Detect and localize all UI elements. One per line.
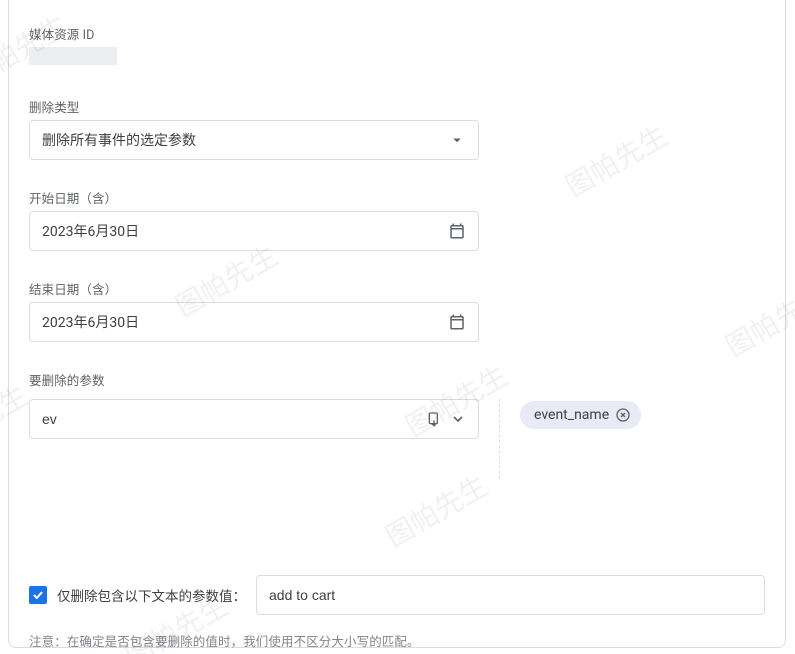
delete-type-row: 删除类型 删除所有事件的选定参数	[29, 97, 765, 160]
selected-params-chips: event_name	[520, 399, 765, 429]
only-delete-label: 仅删除包含以下文本的参数值：	[57, 585, 246, 605]
media-id-row: 媒体资源 ID	[29, 24, 765, 69]
case-insensitive-note: 注意：在确定是否包含要删除的值时，我们使用不区分大小写的匹配。	[29, 631, 765, 650]
start-date-value: 2023年6月30日	[42, 221, 448, 241]
param-search-input-wrap[interactable]	[29, 399, 479, 439]
vertical-divider	[499, 399, 500, 479]
calendar-icon	[448, 313, 466, 331]
only-delete-checkbox[interactable]	[29, 586, 47, 604]
lookup-icon[interactable]	[426, 411, 442, 427]
delete-type-value: 删除所有事件的选定参数	[42, 130, 448, 150]
param-chip-label: event_name	[534, 407, 609, 423]
start-date-row: 开始日期（含） 2023年6月30日	[29, 188, 765, 251]
end-date-label: 结束日期（含）	[29, 279, 765, 298]
delete-type-label: 删除类型	[29, 97, 765, 116]
media-id-value-redacted	[29, 47, 117, 65]
chip-remove-icon[interactable]	[615, 407, 631, 423]
param-search-input[interactable]	[42, 411, 426, 427]
delete-type-select[interactable]: 删除所有事件的选定参数	[29, 120, 479, 160]
params-to-delete-label: 要删除的参数	[29, 370, 765, 389]
end-date-value: 2023年6月30日	[42, 312, 448, 332]
chevron-down-icon[interactable]	[450, 411, 466, 427]
param-chip: event_name	[520, 401, 641, 429]
calendar-icon	[448, 222, 466, 240]
end-date-input[interactable]: 2023年6月30日	[29, 302, 479, 342]
start-date-input[interactable]: 2023年6月30日	[29, 211, 479, 251]
dropdown-caret-icon	[448, 131, 466, 149]
only-delete-contains-row: 仅删除包含以下文本的参数值：	[29, 575, 765, 615]
start-date-label: 开始日期（含）	[29, 188, 765, 207]
media-id-label: 媒体资源 ID	[29, 24, 765, 43]
params-to-delete-row: 要删除的参数 event_name	[29, 370, 765, 479]
end-date-row: 结束日期（含） 2023年6月30日	[29, 279, 765, 342]
form-panel: 媒体资源 ID 删除类型 删除所有事件的选定参数 开始日期（含） 2023年6月…	[8, 0, 786, 648]
filter-text-input[interactable]	[256, 575, 765, 615]
